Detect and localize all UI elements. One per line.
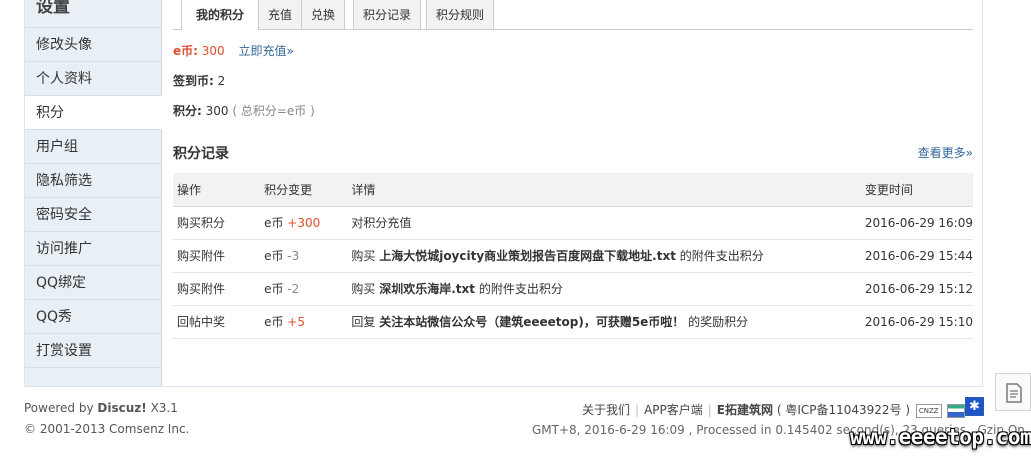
- table-row: 购买附件 e币 -2 购买 深圳欢乐海岸.txt 的附件支出积分 2016-06…: [173, 272, 973, 306]
- powered-by: Powered by Discuz! X3.1: [24, 401, 178, 415]
- table-row: 回帖中奖 e币 +5 回复 关注本站微信公众号（建筑eeeetop)，可获赠5e…: [173, 305, 973, 339]
- sign-coin-row: 签到币: 2: [173, 72, 225, 89]
- sidebar-item-avatar[interactable]: 修改头像: [25, 28, 161, 62]
- settings-sidebar: 设置 修改头像 个人资料 积分 用户组 隐私筛选 密码安全 访问推广 QQ绑定 …: [25, 0, 162, 386]
- tab-bar: 我的积分 充值 兑换 积分记录 积分规则: [173, 0, 973, 30]
- sign-coin-label: 签到币:: [173, 74, 214, 88]
- change-amount: -3: [287, 249, 300, 263]
- view-more-link[interactable]: 查看更多»: [918, 144, 973, 161]
- table-row: 购买附件 e币 -3 购买 上海大悦城joycity商业策划报告百度网盘下载地址…: [173, 239, 973, 273]
- sidebar-item-qq-bind[interactable]: QQ绑定: [25, 266, 161, 300]
- row-change: e币 +5: [260, 305, 348, 339]
- row-detail: 回复 关注本站微信公众号（建筑eeeetop)，可获赠5e币啦！ 的奖励积分: [347, 305, 861, 339]
- sidebar-item-password[interactable]: 密码安全: [25, 198, 161, 232]
- detail-suffix: 的奖励积分: [688, 315, 749, 329]
- sidebar-title: 设置: [25, 0, 161, 28]
- attachment-link[interactable]: 深圳欢乐海岸.txt: [379, 282, 475, 296]
- points-note: ( 总积分=e币 ): [232, 104, 315, 118]
- tab-exchange[interactable]: 兑换: [301, 0, 345, 30]
- detail-prefix: 回复: [351, 315, 376, 329]
- row-action: 购买附件: [173, 239, 261, 273]
- table-header: 操作 积分变更 详情 变更时间: [173, 173, 973, 207]
- detail-prefix: 对积分充值: [351, 216, 412, 230]
- app-link[interactable]: APP客户端: [644, 403, 703, 417]
- paw-icon[interactable]: ✱: [965, 397, 984, 416]
- detail-suffix: 的附件支出积分: [478, 282, 563, 296]
- cnzz-badge[interactable]: CNZZ: [915, 403, 942, 418]
- row-time: 2016-06-29 15:10: [860, 305, 973, 339]
- sidebar-item-profile[interactable]: 个人资料: [25, 62, 161, 96]
- row-detail: 购买 深圳欢乐海岸.txt 的附件支出积分: [347, 272, 861, 306]
- tab-credit-log[interactable]: 积分记录: [353, 0, 421, 30]
- discuz-link[interactable]: Discuz!: [97, 401, 146, 415]
- recharge-link[interactable]: 立即充值»: [239, 44, 294, 58]
- column-header-action: 操作: [173, 173, 261, 207]
- row-action: 购买附件: [173, 272, 261, 306]
- row-action: 回帖中奖: [173, 305, 261, 339]
- ecoin-value: 300: [201, 44, 225, 58]
- icp-link[interactable]: ( 粤ICP备11043922号 ): [777, 403, 910, 417]
- feedback-button[interactable]: [995, 373, 1031, 411]
- column-header-detail: 详情: [347, 173, 861, 207]
- attachment-link[interactable]: 上海大悦城joycity商业策划报告百度网盘下载地址.txt: [379, 249, 676, 263]
- detail-prefix: 购买: [351, 282, 376, 296]
- row-change: e币 -3: [260, 239, 348, 273]
- tab-my-credits[interactable]: 我的积分: [181, 0, 259, 30]
- detail-prefix: 购买: [351, 249, 376, 263]
- sidebar-item-promotion[interactable]: 访问推广: [25, 232, 161, 266]
- change-unit: e币: [264, 282, 284, 296]
- footer-links: 关于我们 | APP客户端 | E拓建筑网 ( 粤ICP备11043922号 ) CNZ…: [582, 401, 966, 418]
- version: X3.1: [150, 401, 178, 415]
- thread-link[interactable]: 关注本站微信公众号（建筑eeeetop)，可获赠5e币啦！: [379, 315, 684, 329]
- powered-label: Powered by: [24, 401, 94, 415]
- points-label: 积分:: [173, 104, 202, 118]
- document-icon: [1006, 383, 1022, 403]
- change-unit: e币: [264, 249, 284, 263]
- credit-log-table: 操作 积分变更 详情 变更时间 购买积分 e币 +300 对积分充值 2016-…: [173, 173, 973, 339]
- row-time: 2016-06-29 15:44: [860, 239, 973, 273]
- row-time: 2016-06-29 15:12: [860, 272, 973, 306]
- sidebar-item-credits[interactable]: 积分: [25, 96, 162, 130]
- row-detail: 购买 上海大悦城joycity商业策划报告百度网盘下载地址.txt 的附件支出积…: [347, 239, 861, 273]
- credit-log-title: 积分记录: [173, 146, 229, 162]
- sidebar-item-privacy[interactable]: 隐私筛选: [25, 164, 161, 198]
- sidebar-item-usergroup[interactable]: 用户组: [25, 130, 161, 164]
- row-time: 2016-06-29 16:09: [860, 206, 973, 240]
- change-amount: -2: [287, 282, 300, 296]
- content-frame: 设置 修改头像 个人资料 积分 用户组 隐私筛选 密码安全 访问推广 QQ绑定 …: [24, 0, 983, 387]
- table-row: 购买积分 e币 +300 对积分充值 2016-06-29 16:09: [173, 206, 973, 240]
- points-row: 积分: 300 ( 总积分=e币 ): [173, 102, 315, 119]
- points-value: 300: [205, 104, 229, 118]
- sidebar-item-qq-show[interactable]: QQ秀: [25, 300, 161, 334]
- change-amount: +5: [287, 315, 305, 329]
- site-name-link[interactable]: E拓建筑网: [717, 403, 773, 417]
- detail-suffix: 的附件支出积分: [679, 249, 764, 263]
- row-action: 购买积分: [173, 206, 261, 240]
- change-amount: +300: [287, 216, 321, 230]
- tab-recharge[interactable]: 充值: [258, 0, 302, 30]
- row-change: e币 -2: [260, 272, 348, 306]
- row-change: e币 +300: [260, 206, 348, 240]
- ecoin-row: e币: 300 立即充值»: [173, 42, 294, 59]
- watermark: www.eeeetop.com: [850, 425, 1031, 449]
- change-unit: e币: [264, 315, 284, 329]
- copyright: © 2001-2013 Comsenz Inc.: [24, 422, 190, 436]
- flag-icon[interactable]: [947, 403, 966, 418]
- column-header-change: 积分变更: [260, 173, 348, 207]
- change-unit: e币: [264, 216, 284, 230]
- about-link[interactable]: 关于我们: [582, 403, 630, 417]
- ecoin-label: e币:: [173, 44, 198, 58]
- sign-coin-value: 2: [217, 74, 226, 88]
- column-header-time: 变更时间: [860, 173, 973, 207]
- row-detail: 对积分充值: [347, 206, 861, 240]
- tab-credit-rules[interactable]: 积分规则: [426, 0, 494, 30]
- sidebar-item-reward[interactable]: 打赏设置: [25, 334, 161, 368]
